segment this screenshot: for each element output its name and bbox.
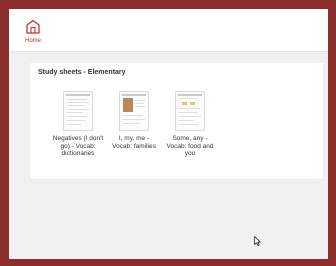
caption-line: I, my, me -	[118, 135, 150, 142]
panel-title: Study sheets - Elementary	[38, 69, 126, 76]
sheet-thumbnail[interactable]	[175, 91, 205, 131]
food-icon	[182, 102, 187, 105]
study-sheet-card-food[interactable]: Some, any - Vocab: food and you	[159, 91, 229, 167]
caption-line: dictionaries	[61, 150, 95, 157]
mouse-pointer-icon	[254, 236, 261, 246]
sheet-thumbnail[interactable]	[63, 91, 93, 131]
caption-line: go) - Vocab:	[60, 142, 96, 150]
caption-line: Some, any -	[172, 135, 208, 142]
food-icon	[190, 102, 195, 105]
caption-line: you	[184, 150, 196, 157]
home-icon	[26, 19, 40, 34]
sheet-caption[interactable]: I, my, me - Vocab: families	[103, 135, 165, 150]
sheet-thumbnail[interactable]	[119, 91, 149, 131]
home-button[interactable]: Home	[24, 13, 42, 47]
top-bar: Home	[9, 9, 328, 52]
caption-line: Vocab: food and	[166, 142, 214, 150]
study-sheets-panel: Study sheets - Elementary Negatives (I d…	[30, 63, 323, 179]
caption-line: Vocab: families	[112, 142, 156, 150]
app-window: Home Study sheets - Elementary Negatives…	[9, 9, 328, 259]
sheet-caption[interactable]: Some, any - Vocab: food and you	[159, 135, 221, 158]
family-photo-icon	[123, 98, 133, 112]
sheet-caption[interactable]: Negatives (I don't go) - Vocab: dictiona…	[47, 135, 109, 158]
caption-line: Negatives (I don't	[52, 135, 104, 142]
home-label: Home	[24, 38, 41, 44]
